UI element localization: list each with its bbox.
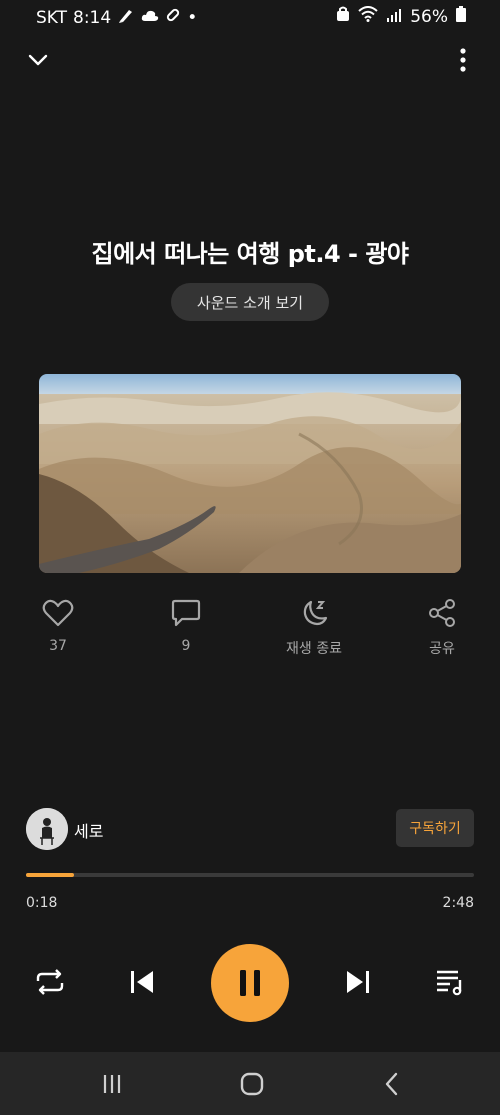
recent-apps-icon bbox=[103, 1075, 121, 1093]
home-button[interactable] bbox=[236, 1068, 268, 1100]
pause-icon bbox=[240, 970, 260, 996]
artist-name[interactable]: 세로 bbox=[74, 818, 103, 842]
action-row: 37 9 재생 종료 공유 bbox=[0, 598, 500, 668]
system-navigation-bar bbox=[0, 1052, 500, 1115]
artist-row: 세로 구독하기 bbox=[26, 808, 474, 850]
pen-notification-icon bbox=[117, 6, 135, 29]
repeat-icon bbox=[36, 969, 64, 995]
moon-sleep-icon bbox=[303, 600, 328, 626]
battery-percent: 56% bbox=[410, 6, 448, 27]
previous-button[interactable] bbox=[124, 964, 160, 1000]
battery-icon bbox=[456, 6, 466, 27]
progress-bar[interactable] bbox=[26, 873, 474, 877]
progress-fill bbox=[26, 873, 74, 877]
back-button[interactable] bbox=[376, 1068, 408, 1100]
home-icon bbox=[240, 1072, 264, 1096]
like-button[interactable]: 37 bbox=[3, 598, 113, 654]
skip-next-icon bbox=[347, 971, 369, 993]
comment-button[interactable]: 9 bbox=[131, 598, 241, 654]
link-icon bbox=[165, 7, 181, 28]
subscribe-button[interactable]: 구독하기 bbox=[396, 809, 474, 847]
share-icon bbox=[429, 599, 455, 627]
playlist-icon bbox=[437, 970, 462, 996]
recent-apps-button[interactable] bbox=[96, 1068, 128, 1100]
share-label: 공유 bbox=[429, 641, 455, 657]
comment-count: 9 bbox=[181, 638, 191, 654]
collapse-button[interactable] bbox=[24, 46, 52, 74]
sound-intro-button[interactable]: 사운드 소개 보기 bbox=[171, 283, 329, 321]
skip-previous-icon bbox=[131, 971, 153, 993]
cloud-icon bbox=[141, 8, 159, 28]
artist-avatar[interactable] bbox=[26, 808, 68, 850]
status-bar: SKT 8:14 • 56% bbox=[0, 0, 500, 34]
wifi-icon bbox=[358, 6, 378, 27]
battery-lock-icon bbox=[336, 6, 350, 27]
repeat-button[interactable] bbox=[32, 964, 68, 1000]
playback-controls bbox=[0, 942, 500, 1022]
clock: 8:14 bbox=[73, 7, 112, 28]
more-options-button[interactable] bbox=[450, 46, 476, 74]
chevron-down-icon bbox=[28, 54, 48, 66]
more-vertical-icon bbox=[460, 48, 466, 72]
like-count: 37 bbox=[49, 638, 67, 654]
playlist-button[interactable] bbox=[432, 964, 468, 1000]
sleep-timer-label: 재생 종료 bbox=[286, 641, 342, 657]
carrier-label: SKT bbox=[36, 7, 68, 28]
total-duration: 2:48 bbox=[442, 895, 474, 911]
notification-dot: • bbox=[187, 7, 198, 28]
heart-icon bbox=[42, 599, 74, 627]
share-button[interactable]: 공유 bbox=[387, 598, 497, 658]
signal-icon bbox=[386, 7, 402, 27]
sleep-timer-button[interactable]: 재생 종료 bbox=[259, 598, 369, 658]
next-button[interactable] bbox=[340, 964, 376, 1000]
track-title: 집에서 떠나는 여행 pt.4 - 광야 bbox=[91, 240, 409, 268]
pause-button[interactable] bbox=[211, 944, 289, 1022]
comment-icon bbox=[171, 599, 201, 627]
elapsed-time: 0:18 bbox=[26, 895, 58, 911]
back-icon bbox=[385, 1072, 398, 1096]
album-artwork bbox=[39, 374, 461, 573]
